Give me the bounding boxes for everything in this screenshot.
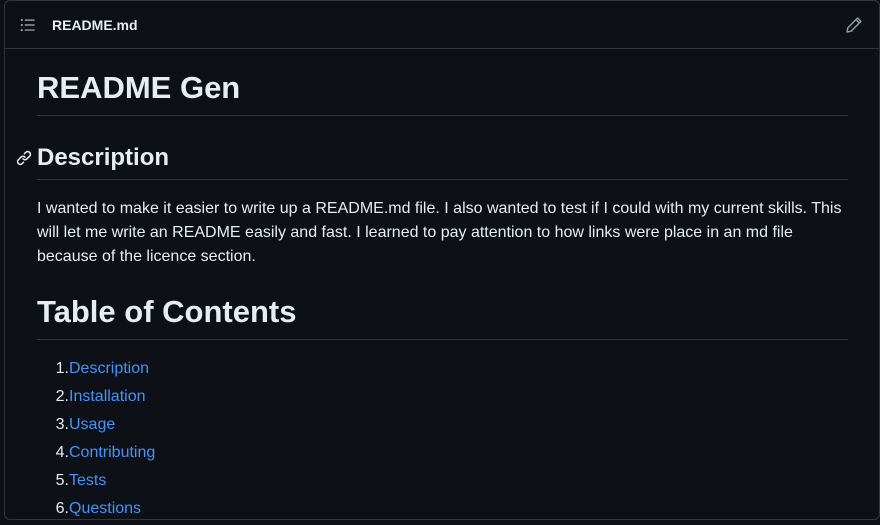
toc-link-contributing[interactable]: Contributing [69, 444, 155, 461]
file-name: README.md [52, 17, 138, 33]
toc-link-questions[interactable]: Questions [69, 500, 141, 517]
toc-link-usage[interactable]: Usage [69, 416, 115, 433]
list-item: 6.Questions [37, 497, 155, 525]
file-header: README.md [5, 1, 879, 49]
toc-link-description[interactable]: Description [69, 360, 149, 377]
list-item: 2.Installation [37, 385, 155, 413]
description-heading-text: Description [37, 144, 170, 171]
description-heading: Description [16, 143, 848, 180]
list-number: 3. [55, 416, 69, 433]
description-paragraph: I wanted to make it easier to write up a… [37, 200, 842, 265]
list-item: 3.Usage [37, 413, 155, 441]
readme-container: README.md README Gen Description I wante… [4, 0, 880, 520]
pencil-icon[interactable] [845, 16, 863, 34]
link-icon[interactable] [15, 149, 33, 167]
list-number: 6. [55, 500, 69, 517]
list-number: 2. [55, 388, 69, 405]
list-number: 5. [55, 472, 69, 489]
list-number: 1. [55, 360, 69, 377]
toc-link-tests[interactable]: Tests [69, 472, 106, 489]
list-item: 1.Description [37, 357, 155, 385]
toc-link-installation[interactable]: Installation [69, 388, 146, 405]
toc-list: 1.Description 2.Installation 3.Usage 4.C… [37, 357, 156, 525]
toc-heading: Table of Contents [37, 293, 848, 340]
list-item: 4.Contributing [37, 441, 156, 469]
list-unordered-icon[interactable] [19, 16, 37, 34]
list-number: 4. [55, 444, 69, 461]
list-item: 5.Tests [37, 469, 155, 497]
readme-title: README Gen [37, 69, 848, 116]
